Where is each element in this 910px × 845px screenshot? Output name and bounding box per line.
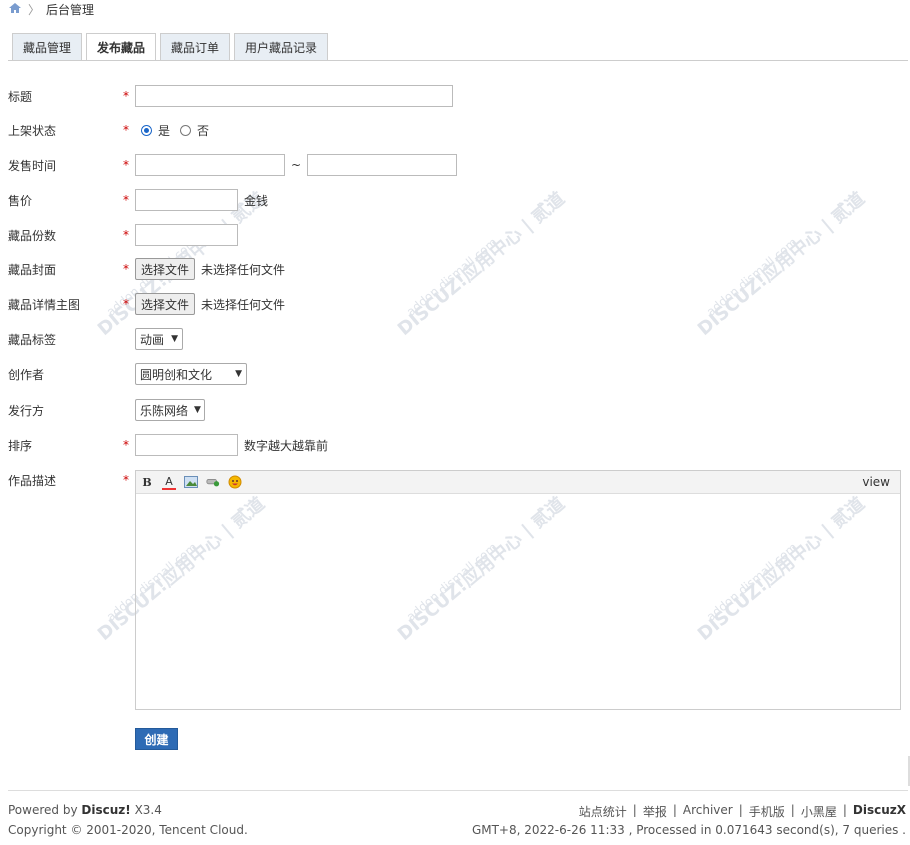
creator-select-value: 圆明创和文化: [140, 367, 213, 382]
sale-time-label: 发售时间: [8, 158, 57, 173]
tab-publish-collection[interactable]: 发布藏品: [86, 33, 157, 61]
sort-input[interactable]: [135, 434, 238, 456]
watermark-text: DISCUZ!应用中心 | 贰道: [393, 188, 569, 340]
copies-label: 藏品份数: [8, 228, 57, 243]
required-mark: *: [123, 158, 129, 172]
required-mark: *: [123, 473, 129, 487]
detail-image-file-status: 未选择任何文件: [201, 297, 286, 312]
tab-collection-manage[interactable]: 藏品管理: [12, 33, 83, 60]
footer-links: 站点统计 | 举报 | Archiver | 手机版 | 小黑屋 | DiscuzX: [578, 803, 906, 820]
tag-label: 藏品标签: [8, 332, 57, 347]
chevron-down-icon: ▼: [171, 334, 178, 344]
cover-file-button[interactable]: 选择文件: [135, 258, 196, 280]
description-textarea[interactable]: [136, 494, 900, 710]
footer-brand[interactable]: DiscuzX: [853, 803, 906, 820]
creator-select[interactable]: 圆明创和文化 ▼: [135, 363, 247, 385]
create-button[interactable]: 创建: [135, 728, 178, 750]
status-no-radio[interactable]: [180, 124, 192, 136]
tag-select-value: 动画: [140, 332, 165, 347]
issuer-select[interactable]: 乐陈网络 ▼: [135, 399, 205, 421]
description-label: 作品描述: [8, 473, 57, 488]
status-yes-label: 是: [158, 123, 171, 138]
title-label: 标题: [8, 89, 33, 104]
font-color-icon[interactable]: A: [162, 474, 176, 490]
image-icon[interactable]: [184, 475, 198, 489]
detail-image-label: 藏品详情主图: [8, 297, 81, 312]
editor-toolbar: B A view: [136, 471, 900, 494]
footer-link-report[interactable]: 举报: [643, 803, 667, 820]
view-toggle[interactable]: view: [862, 475, 890, 489]
sale-end-input[interactable]: [307, 154, 458, 176]
price-unit: 金钱: [244, 193, 269, 208]
required-mark: *: [123, 262, 129, 276]
bold-icon[interactable]: B: [140, 475, 154, 489]
tab-collection-orders[interactable]: 藏品订单: [160, 33, 231, 60]
sort-hint: 数字越大越靠前: [244, 438, 329, 453]
breadcrumb-separator: 〉: [28, 2, 41, 17]
link-icon[interactable]: [206, 475, 220, 489]
description-editor: B A view: [135, 470, 901, 710]
issuer-select-value: 乐陈网络: [140, 403, 189, 418]
footer-link-mobile[interactable]: 手机版: [749, 803, 785, 820]
tag-select[interactable]: 动画 ▼: [135, 328, 183, 350]
cover-file-status: 未选择任何文件: [201, 262, 286, 277]
tab-bar: 藏品管理 发布藏品 藏品订单 用户藏品记录: [12, 33, 329, 61]
sale-start-input[interactable]: [135, 154, 285, 176]
required-mark: *: [123, 228, 129, 242]
required-mark: *: [123, 297, 129, 311]
tab-user-collection-records[interactable]: 用户藏品记录: [234, 33, 329, 60]
watermark-domain: addon.dismall.com: [703, 235, 800, 319]
title-input[interactable]: [135, 85, 453, 107]
issuer-label: 发行方: [8, 403, 45, 418]
cover-label: 藏品封面: [8, 262, 57, 277]
required-mark: *: [123, 438, 129, 452]
breadcrumb: 〉 后台管理: [8, 1, 94, 17]
footer-link-stats[interactable]: 站点统计: [579, 803, 627, 820]
watermark-domain: addon.dismall.com: [403, 235, 500, 319]
footer-link-archiver[interactable]: Archiver: [683, 803, 733, 820]
sort-label: 排序: [8, 438, 33, 453]
price-label: 售价: [8, 193, 33, 208]
detail-image-file-button[interactable]: 选择文件: [135, 293, 196, 315]
status-label: 上架状态: [8, 123, 57, 138]
chevron-down-icon: ▼: [235, 369, 242, 379]
status-no-label: 否: [197, 123, 210, 138]
required-mark: *: [123, 89, 129, 103]
copyright: Copyright © 2001-2020, Tencent Cloud.: [8, 823, 248, 837]
breadcrumb-current: 后台管理: [46, 2, 95, 17]
price-input[interactable]: [135, 189, 238, 211]
creator-label: 创作者: [8, 367, 45, 382]
copies-input[interactable]: [135, 224, 238, 246]
tab-divider: [8, 60, 908, 61]
footer-divider: [8, 790, 908, 791]
smiley-icon[interactable]: [228, 475, 242, 489]
watermark-text: DISCUZ!应用中心 | 贰道: [693, 188, 869, 340]
discuz-link[interactable]: Discuz!: [81, 803, 130, 817]
sale-time-separator: ~: [291, 158, 302, 172]
status-yes-radio[interactable]: [141, 124, 152, 136]
powered-by: Powered by Discuz! X3.4: [8, 803, 162, 817]
required-mark: *: [123, 123, 129, 137]
footer-link-blackroom[interactable]: 小黑屋: [801, 803, 837, 820]
required-mark: *: [123, 193, 129, 207]
home-icon[interactable]: [8, 2, 22, 17]
footer-stats: GMT+8, 2022-6-26 11:33 , Processed in 0.…: [471, 823, 906, 837]
chevron-down-icon: ▼: [194, 405, 201, 415]
